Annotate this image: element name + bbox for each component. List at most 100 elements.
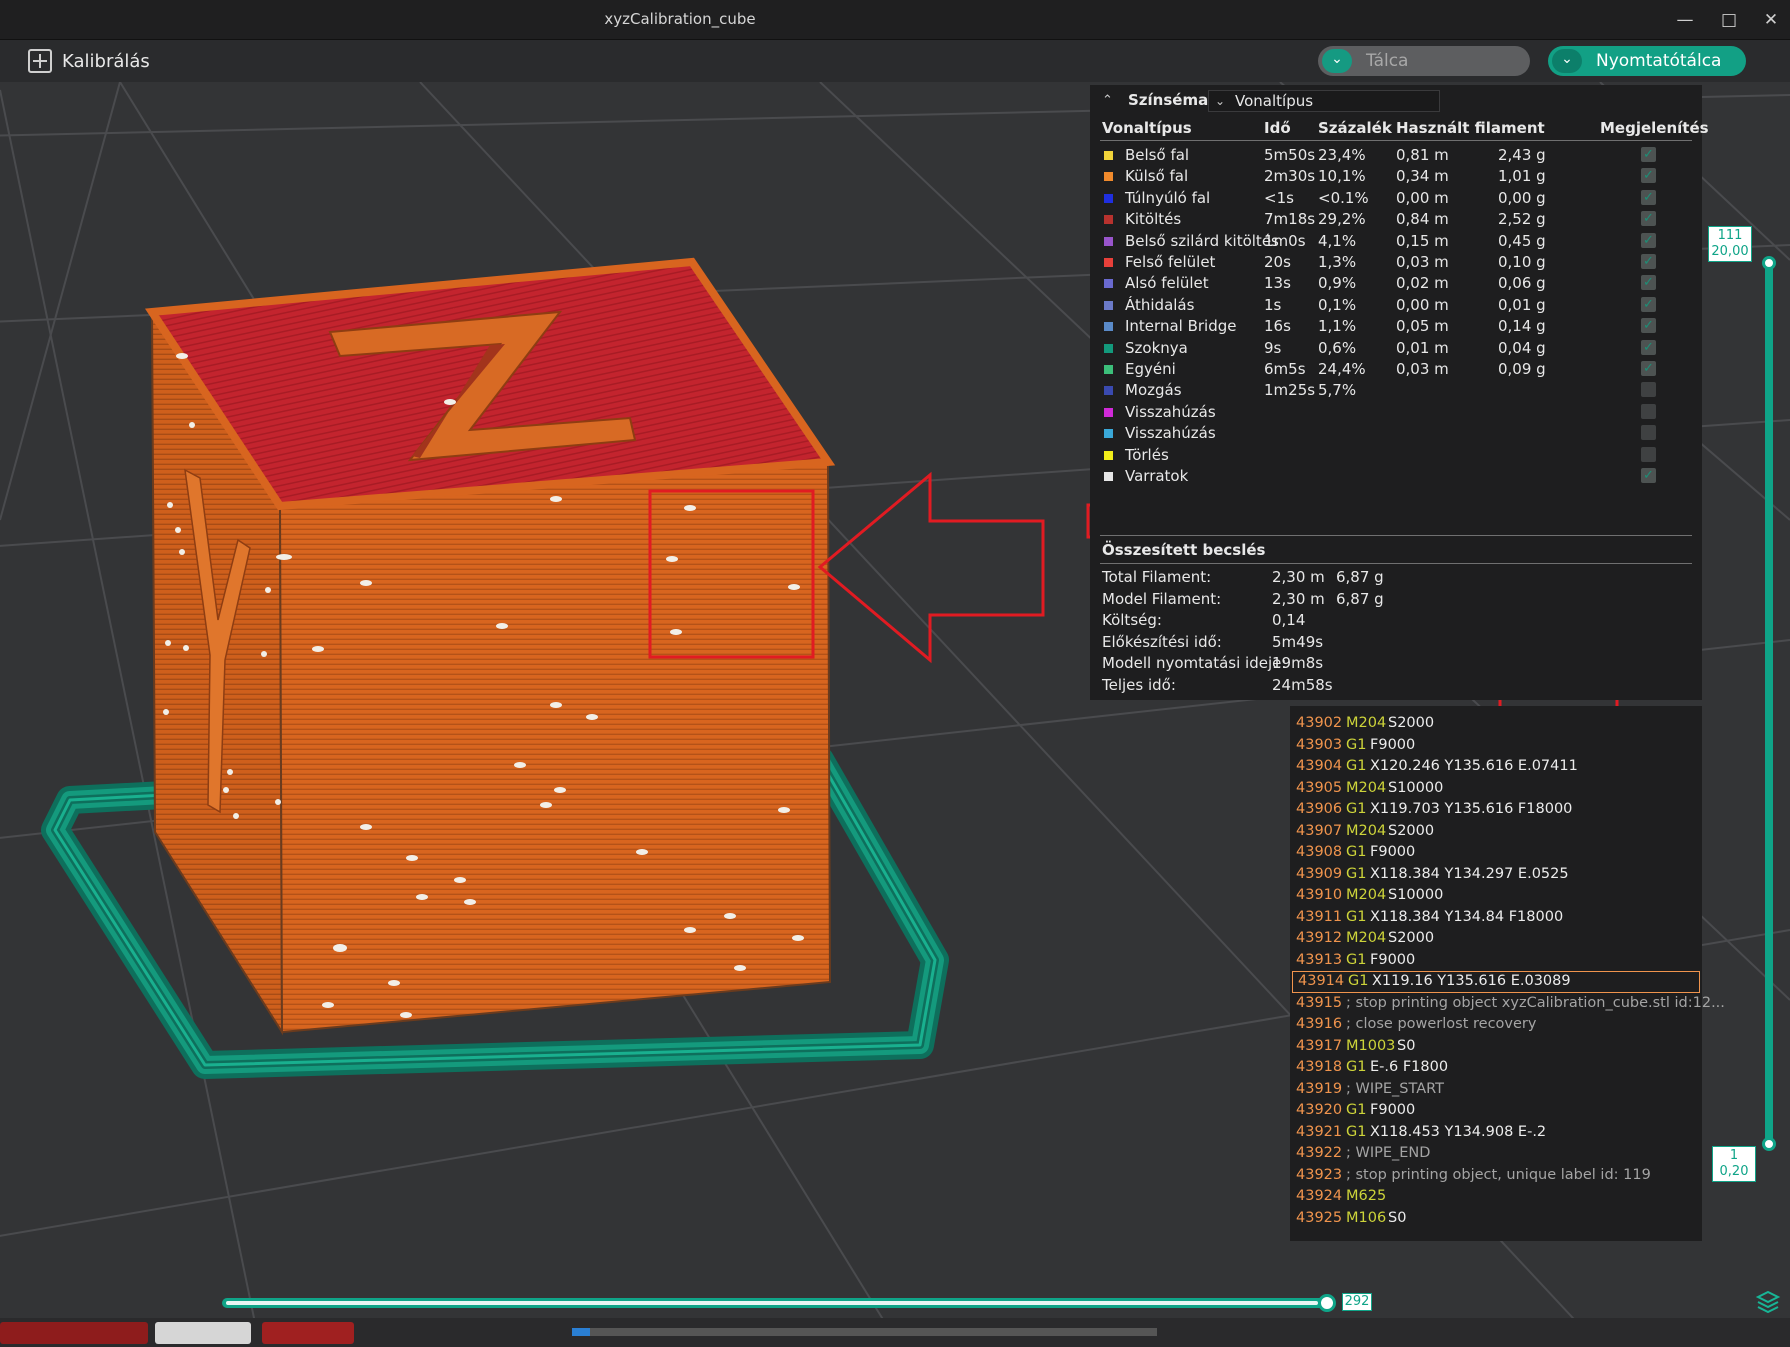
gcode-command: G1 [1346, 865, 1367, 882]
calibration-label: Kalibrálás [62, 50, 150, 72]
legend-row: Szoknya 9s 0,6% 0,01 m 0,04 g ✓ [1090, 336, 1702, 360]
gcode-line: 43920 G1 F9000 [1290, 1100, 1702, 1122]
gcode-arguments: X119.16 Y135.616 E.03089 [1372, 973, 1571, 989]
col-header-type: Vonaltípus [1102, 119, 1192, 137]
line-type-percent: 1,3% [1318, 253, 1357, 271]
move-slider[interactable] [222, 1298, 1326, 1308]
color-swatch [1104, 343, 1113, 353]
layer-slider-top-handle[interactable] [1762, 256, 1776, 270]
color-scheme-select[interactable]: ⌄ Vonaltípus [1208, 90, 1440, 112]
display-checkbox[interactable]: ✓ [1641, 211, 1656, 227]
display-checkbox[interactable]: ✓ [1641, 254, 1656, 269]
gcode-line-number: 43915 [1296, 994, 1343, 1011]
move-slider-handle[interactable] [1318, 1294, 1336, 1312]
display-checkbox[interactable]: ✓ [1641, 296, 1656, 312]
gcode-arguments: X118.384 Y134.297 E.0525 [1370, 865, 1569, 882]
taskbar-item[interactable] [0, 1322, 148, 1344]
summary-label: Előkészítési idő: [1102, 632, 1222, 651]
app-window: xyzCalibration_cube — □ ✕ Kalibrálás ⌄ T… [0, 0, 1790, 1347]
calibration-button[interactable]: Kalibrálás [28, 49, 150, 73]
display-checkbox[interactable]: ✓ [1641, 403, 1656, 419]
color-swatch [1104, 407, 1113, 417]
gcode-arguments: X118.453 Y134.908 E-.2 [1370, 1123, 1547, 1140]
divider [1100, 140, 1692, 141]
line-type-percent: 4,1% [1318, 231, 1357, 250]
gcode-command: M204 [1346, 822, 1387, 839]
line-type-percent: <0.1% [1318, 188, 1369, 207]
line-type-name: Belső szilárd kitöltés [1125, 231, 1279, 250]
color-swatch [1104, 151, 1113, 160]
gcode-arguments: S0 [1388, 1209, 1407, 1226]
display-checkbox[interactable]: ✓ [1641, 425, 1656, 441]
gcode-viewer[interactable]: 43902 M204 S2000 43903 G1 F9000 43904 G1 X120.24… [1290, 706, 1725, 1241]
close-icon[interactable]: ✕ [1756, 8, 1786, 32]
color-scheme-header[interactable]: ⌃ Színséma [1102, 91, 1208, 109]
gcode-command: G1 [1346, 1059, 1367, 1075]
layer-slider[interactable] [1765, 262, 1773, 1142]
line-type-weight: 1,01 g [1498, 167, 1546, 186]
collapse-icon[interactable]: ⌃ [1102, 93, 1116, 108]
legend-row: Egyéni 6m5s 24,4% 0,03 m 0,09 g ✓ [1090, 357, 1702, 381]
window-title: xyzCalibration_cube [604, 10, 756, 28]
line-type-name: Túlnyúló fal [1125, 188, 1211, 207]
gcode-line-number: 43920 [1296, 1102, 1343, 1118]
display-checkbox[interactable]: ✓ [1641, 361, 1656, 376]
gcode-command: M204 [1346, 887, 1387, 903]
slice-plate-button[interactable]: ⌄ Tálca szeletelése [1318, 46, 1530, 101]
taskbar-item[interactable] [155, 1322, 251, 1344]
layer-slider-bottom-handle[interactable] [1762, 1137, 1776, 1151]
taskbar-item[interactable] [262, 1322, 354, 1344]
gcode-comment: ; close powerlost recovery [1346, 1016, 1537, 1032]
gcode-line-number: 43906 [1296, 801, 1343, 817]
color-swatch [1104, 386, 1113, 396]
print-plate-button[interactable]: ⌄ Nyomtatótálca [1548, 46, 1746, 76]
gcode-line-number: 43914 [1298, 973, 1345, 989]
minimize-icon[interactable]: — [1670, 8, 1700, 32]
legend-row: Kitöltés 7m18s 29,2% 0,84 m 2,52 g ✓ [1090, 207, 1702, 231]
gcode-line: 43907 M204 S2000 [1290, 821, 1702, 843]
display-checkbox[interactable]: ✓ [1641, 339, 1656, 355]
chevron-down-icon[interactable]: ⌄ [1322, 49, 1352, 73]
col-header-filament: Használt filament [1396, 119, 1545, 137]
line-type-name: Visszahúzás [1125, 424, 1216, 443]
legend-row: Visszahúzás ✓ [1090, 400, 1702, 424]
gcode-arguments: E-.6 F1800 [1370, 1059, 1449, 1075]
line-type-time: 1m25s [1264, 381, 1316, 400]
display-checkbox[interactable]: ✓ [1641, 275, 1656, 291]
line-type-percent: 0,1% [1318, 295, 1357, 314]
line-type-length: 0,03 m [1396, 253, 1449, 271]
col-header-display: Megjelenítés [1600, 119, 1709, 137]
gcode-line: 43919; WIPE_START [1290, 1079, 1702, 1101]
summary-value: 0,14 [1272, 611, 1306, 630]
gcode-line: 43910 M204 S10000 [1290, 885, 1702, 907]
gcode-comment: ; WIPE_START [1346, 1080, 1444, 1097]
display-checkbox[interactable]: ✓ [1641, 382, 1656, 398]
summary-row: Teljes idő: 24m58s [1090, 676, 1702, 698]
layers-icon[interactable] [1755, 1289, 1781, 1315]
progress-fill [572, 1328, 590, 1336]
display-checkbox[interactable]: ✓ [1641, 318, 1656, 334]
line-type-weight: 2,43 g [1498, 146, 1546, 164]
line-type-length: 0,02 m [1396, 274, 1449, 293]
display-checkbox[interactable]: ✓ [1641, 446, 1656, 462]
display-checkbox[interactable]: ✓ [1641, 189, 1656, 205]
summary-value: 2,30 m [1272, 568, 1325, 586]
legend-panel: ⌃ Színséma ⌄ Vonaltípus Vonaltípus Idő S… [1090, 85, 1709, 700]
top-layer-height: 20,00 [1711, 244, 1749, 259]
line-type-name: Internal Bridge [1125, 317, 1237, 336]
bottom-layer-number: 1 [1729, 1148, 1739, 1163]
display-checkbox[interactable]: ✓ [1641, 468, 1656, 483]
display-checkbox[interactable]: ✓ [1641, 232, 1656, 248]
gcode-line-number: 43910 [1296, 887, 1343, 903]
summary-row: Költség: 0,14 [1090, 611, 1702, 633]
summary-row: Total Filament: 2,30 m 6,87 g [1090, 568, 1702, 590]
summary-label: Total Filament: [1102, 568, 1212, 586]
maximize-icon[interactable]: □ [1714, 8, 1744, 32]
chevron-down-icon[interactable]: ⌄ [1552, 49, 1582, 73]
display-checkbox[interactable]: ✓ [1641, 168, 1656, 184]
gcode-line: 43903 G1 F9000 [1290, 735, 1702, 757]
line-type-weight: 0,00 g [1498, 188, 1546, 207]
line-type-name: Felső felület [1125, 253, 1216, 271]
display-checkbox[interactable]: ✓ [1641, 147, 1656, 162]
gcode-line-number: 43919 [1296, 1080, 1343, 1097]
